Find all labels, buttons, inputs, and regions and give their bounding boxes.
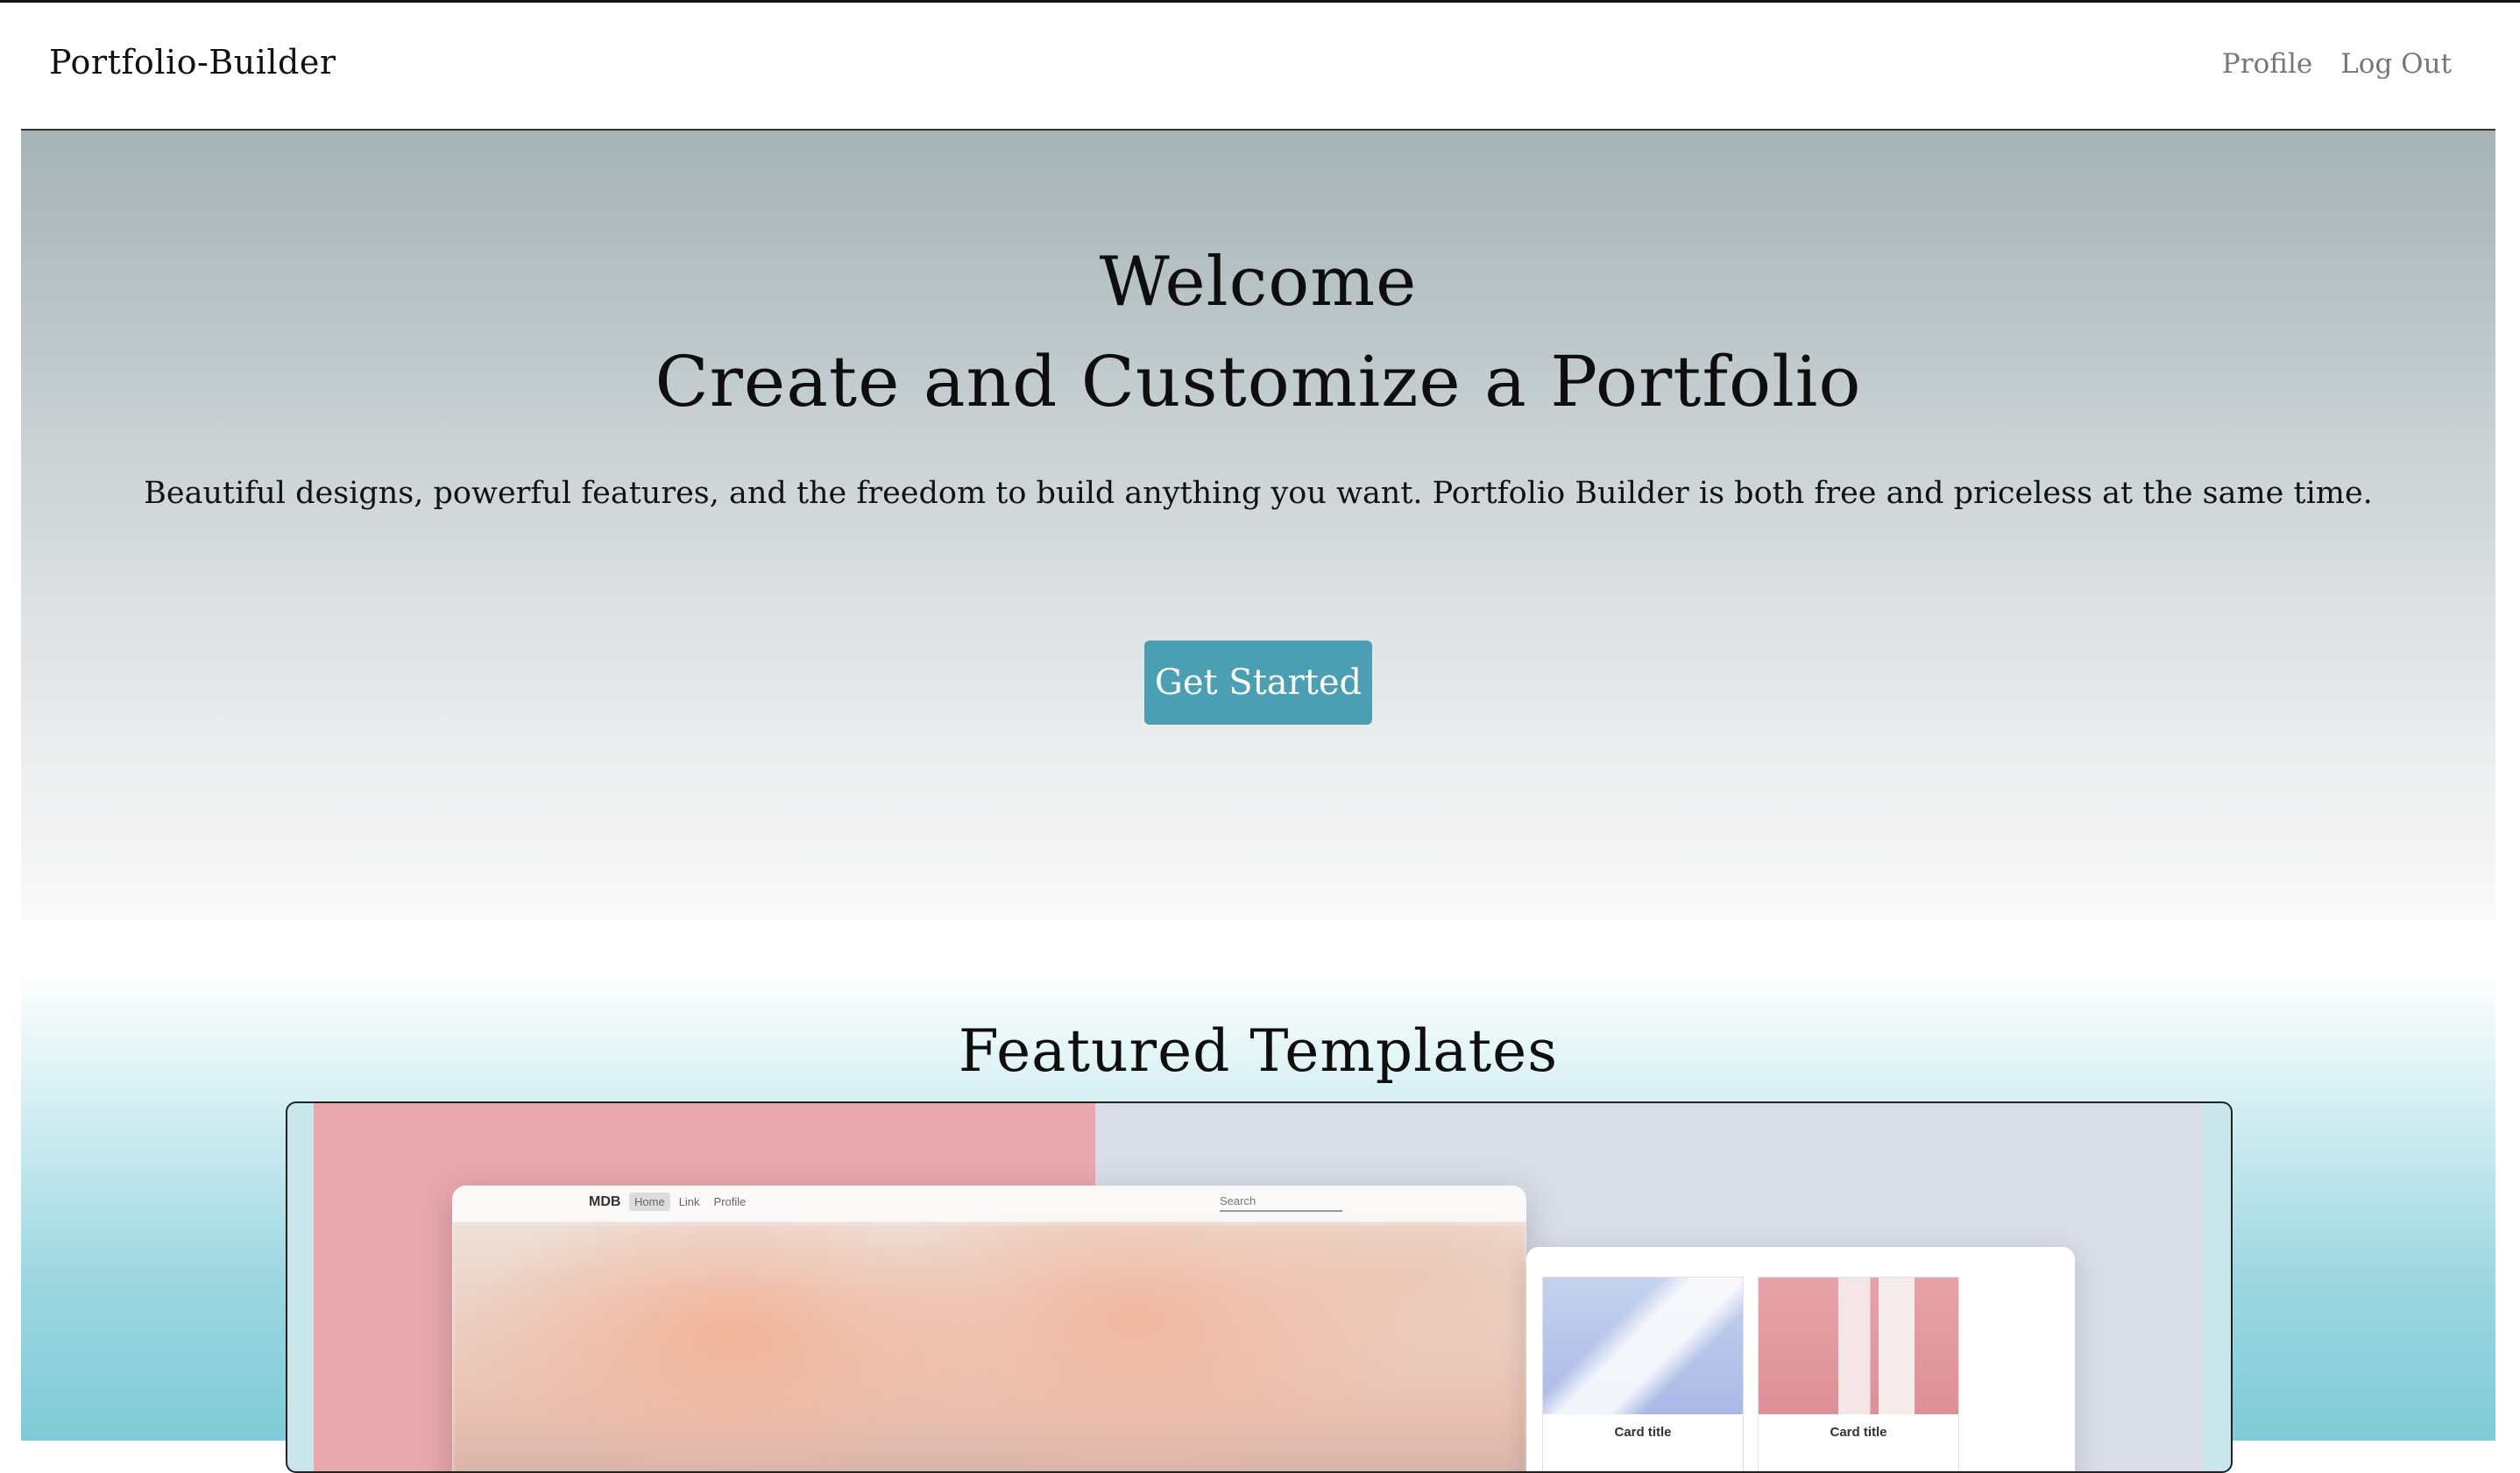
preview-nav-link: Link	[678, 1195, 700, 1208]
template-carousel[interactable]: MDB Home Link Profile Search Card title	[286, 1101, 2233, 1473]
preview-cards-panel: Card title Card title	[1526, 1247, 2075, 1471]
preview-cloud-image	[452, 1223, 1526, 1471]
preview-card-image	[1543, 1278, 1743, 1414]
nav-links: Profile Log Out	[2222, 48, 2452, 80]
featured-templates-heading: Featured Templates	[958, 1017, 1559, 1085]
preview-nav-home: Home	[629, 1193, 670, 1211]
preview-card-title: Card title	[1830, 1425, 1887, 1440]
template-preview-image[interactable]: MDB Home Link Profile Search Card title	[314, 1103, 2203, 1471]
hero-title: Create and Customize a Portfolio	[655, 341, 1862, 422]
preview-card-image	[1759, 1278, 1958, 1414]
preview-nav-profile: Profile	[713, 1195, 747, 1208]
brand-logo[interactable]: Portfolio-Builder	[49, 43, 336, 81]
featured-templates-section: Featured Templates MDB Home Link Profile…	[21, 921, 2495, 1473]
preview-search: Search	[1220, 1194, 1342, 1212]
get-started-button[interactable]: Get Started	[1144, 641, 1372, 725]
nav-link-logout[interactable]: Log Out	[2340, 48, 2452, 80]
navbar: Portfolio-Builder Profile Log Out	[21, 3, 2495, 131]
preview-nav: Home Link Profile	[629, 1193, 751, 1211]
preview-navbar: MDB Home Link Profile Search	[452, 1186, 1526, 1223]
hero-description: Beautiful designs, powerful features, an…	[144, 476, 2373, 511]
preview-card: Card title	[1542, 1277, 1744, 1471]
preview-browser-window: MDB Home Link Profile Search	[452, 1186, 1526, 1471]
preview-card-title: Card title	[1614, 1425, 1672, 1440]
nav-link-profile[interactable]: Profile	[2222, 48, 2312, 80]
preview-card: Card title	[1758, 1277, 1959, 1471]
hero-section: Welcome Create and Customize a Portfolio…	[21, 131, 2495, 921]
preview-logo: MDB	[589, 1194, 621, 1209]
hero-welcome-heading: Welcome	[1099, 243, 1418, 322]
